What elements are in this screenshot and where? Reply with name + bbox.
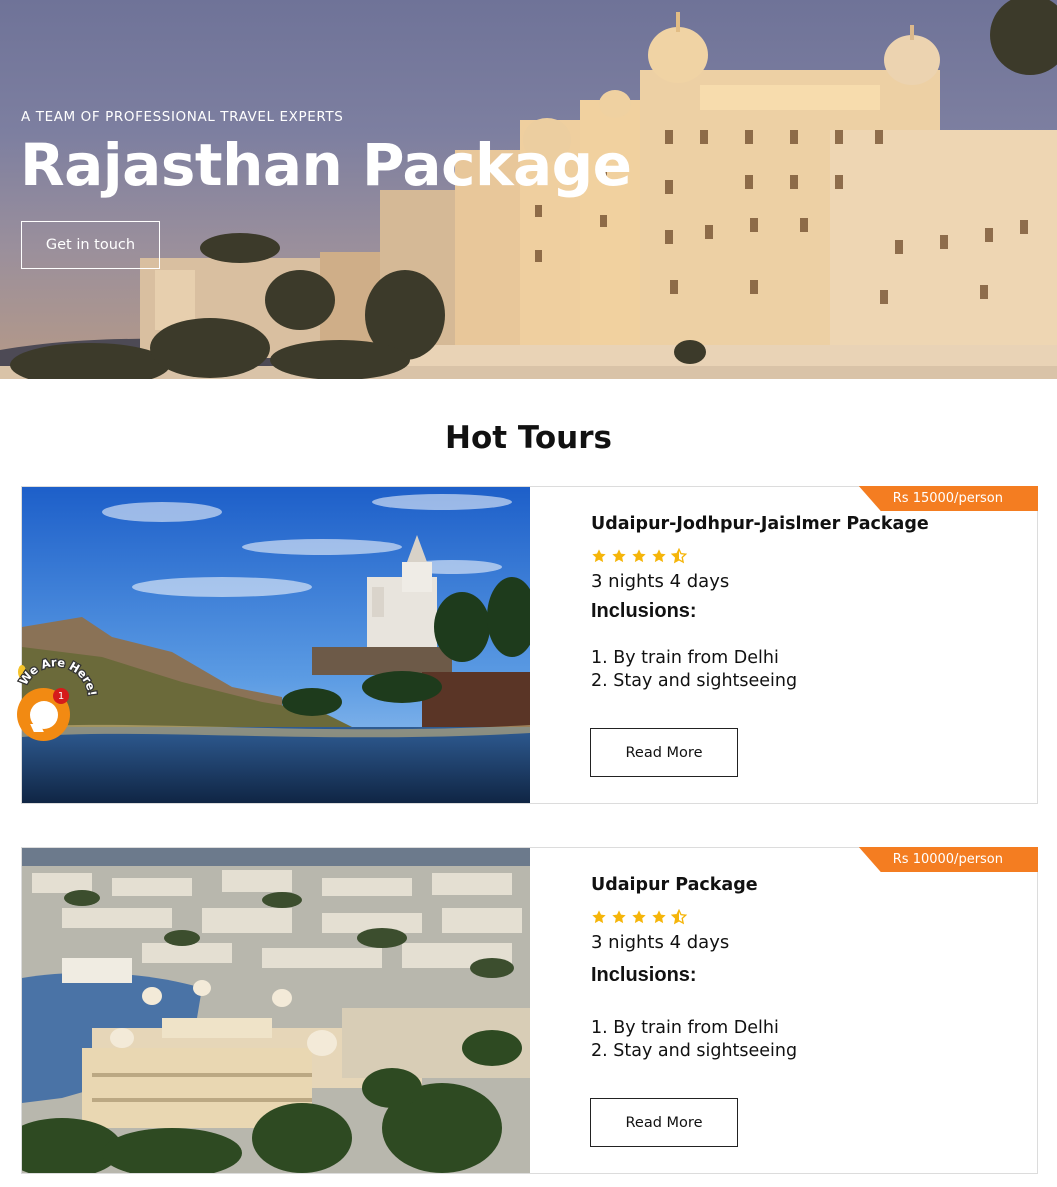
read-more-button[interactable]: Read More xyxy=(590,1098,738,1147)
inclusions-list: 1. By train from Delhi 2. Stay and sight… xyxy=(591,647,797,693)
tour-card: Rs 15000/person Udaipur-Jodhpur-Jaislmer… xyxy=(21,486,1038,804)
rating-stars xyxy=(591,548,687,564)
half-star-icon xyxy=(671,909,687,925)
hero-banner: A TEAM OF PROFESSIONAL TRAVEL EXPERTS Ra… xyxy=(0,0,1057,379)
inclusions-title: Inclusions: xyxy=(591,964,697,986)
tour-duration: 3 nights 4 days xyxy=(591,571,730,592)
star-icon xyxy=(592,910,606,924)
inclusions-title: Inclusions: xyxy=(591,600,697,622)
hero-eyebrow: A TEAM OF PROFESSIONAL TRAVEL EXPERTS xyxy=(21,109,344,125)
star-icon xyxy=(652,549,666,563)
star-icon xyxy=(612,549,626,563)
half-star-icon xyxy=(671,548,687,564)
inclusion-item: 2. Stay and sightseeing xyxy=(591,671,798,691)
tour-title[interactable]: Udaipur-Jodhpur-Jaislmer Package xyxy=(591,514,929,534)
inclusions-list: 1. By train from Delhi 2. Stay and sight… xyxy=(591,1017,797,1063)
star-icon xyxy=(592,549,606,563)
tour-image-jaswant-thada[interactable] xyxy=(22,487,530,803)
get-in-touch-button[interactable]: Get in touch xyxy=(21,221,160,269)
read-more-button[interactable]: Read More xyxy=(590,728,738,777)
tour-image-udaipur[interactable] xyxy=(22,848,530,1173)
notification-badge: 1 xyxy=(53,688,69,704)
star-icon xyxy=(632,910,646,924)
price-tag: Rs 15000/person xyxy=(858,486,1038,511)
tour-card: Rs 10000/person Udaipur Package 3 nights… xyxy=(21,847,1038,1174)
star-icon xyxy=(612,910,626,924)
inclusion-item: 1. By train from Delhi xyxy=(591,648,779,668)
inclusion-item: 1. By train from Delhi xyxy=(591,1018,779,1038)
chat-widget[interactable]: We Are Here! 1 xyxy=(8,652,98,744)
tour-duration: 3 nights 4 days xyxy=(591,932,730,953)
inclusion-item: 2. Stay and sightseeing xyxy=(591,1041,798,1061)
price-tag: Rs 10000/person xyxy=(858,847,1038,872)
star-icon xyxy=(652,910,666,924)
tour-title[interactable]: Udaipur Package xyxy=(591,875,758,895)
section-title: Hot Tours xyxy=(445,420,612,456)
rating-stars xyxy=(591,909,687,925)
chat-icon xyxy=(29,700,58,729)
hero-title: Rajasthan Package xyxy=(20,131,632,199)
star-icon xyxy=(632,549,646,563)
